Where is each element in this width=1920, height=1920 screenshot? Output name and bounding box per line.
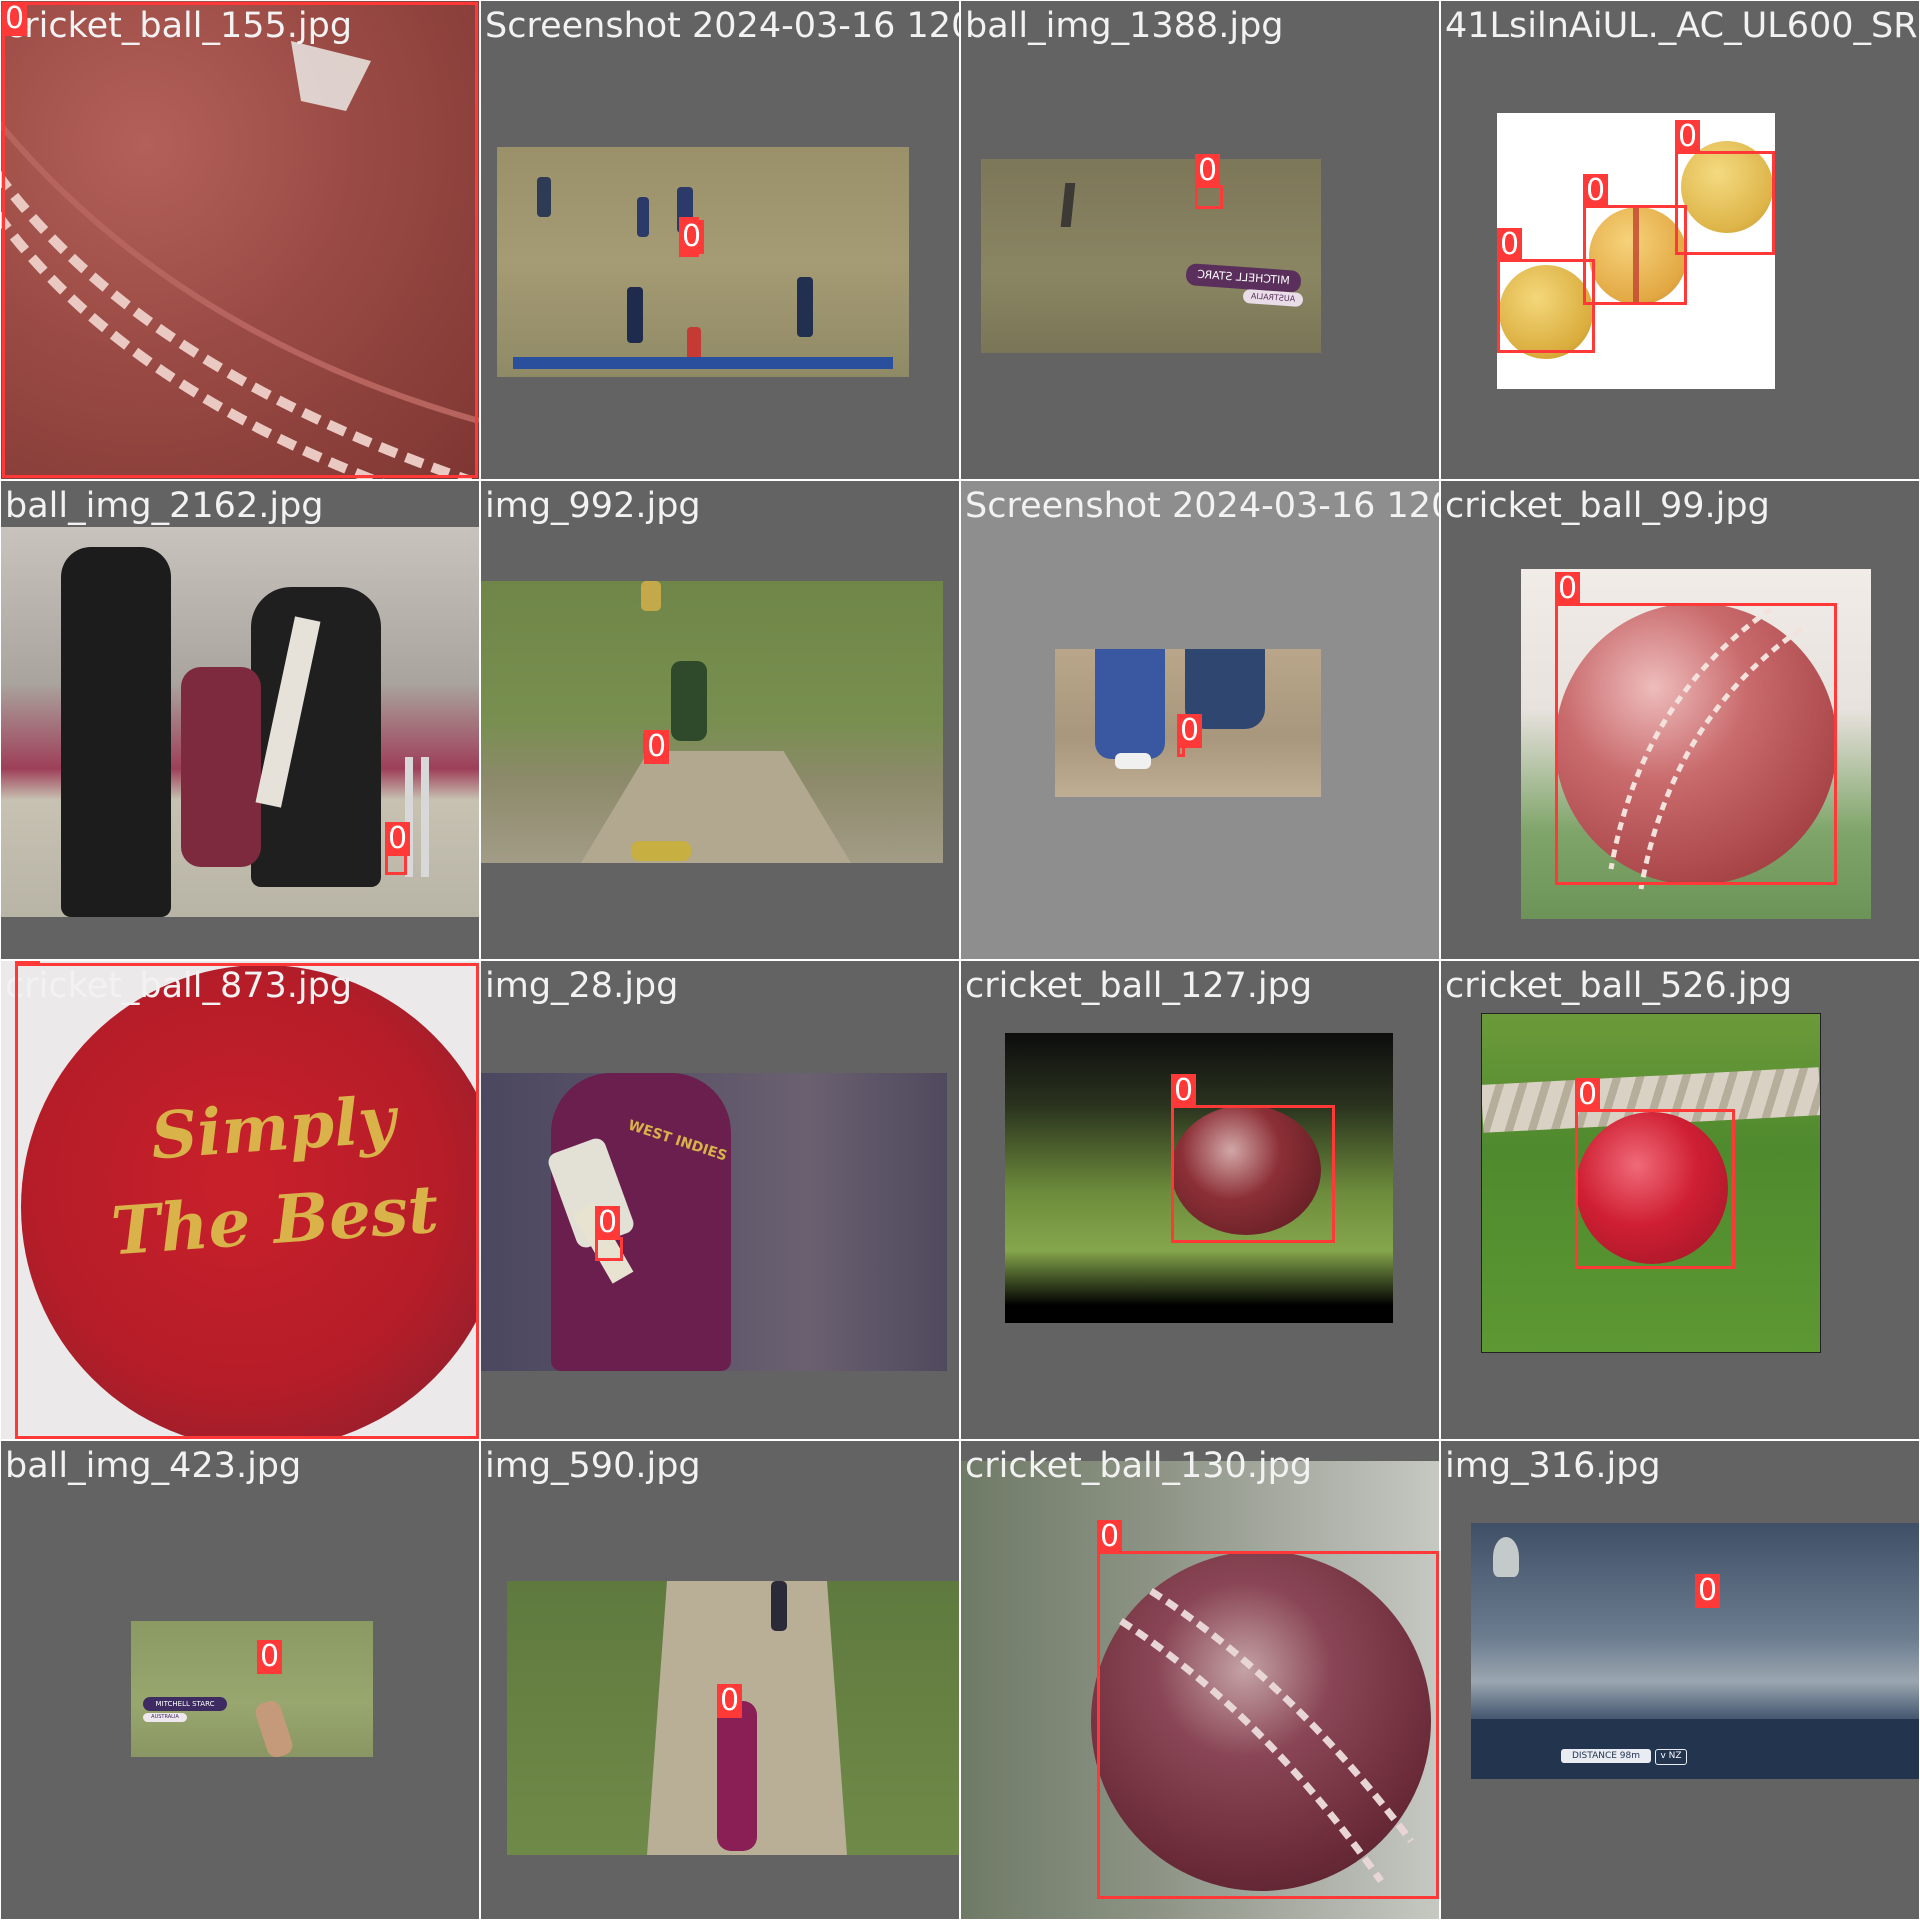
grid-tile: cricket_ball_127.jpg 0 [961,961,1439,1439]
tile-photo: MITCHELL STARC AUSTRALIA [981,159,1321,353]
image-filename: img_316.jpg [1445,1446,1661,1486]
class-label: 0 [1195,154,1221,188]
detection-box: 0 [1195,154,1223,209]
grid-tile: img_590.jpg 0 [481,1441,959,1919]
photo-caption: MITCHELL STARC [1185,263,1302,293]
detection-box: 0 [595,1206,623,1261]
detection-box: 0 [1675,120,1775,255]
grid-tile: cricket_ball_130.jpg 0 [961,1441,1439,1919]
grid-tile: Screenshot 2024-03-16 120347.png 0 [961,481,1439,959]
detection-box: 0 [15,961,479,1439]
detection-box: 0 [643,730,670,764]
detection-box: 0 [1575,1078,1735,1269]
detection-box: 0 [257,1640,283,1674]
class-label: 0 [679,220,705,254]
image-filename: img_28.jpg [485,966,679,1006]
class-label: 0 [1675,120,1701,154]
detection-box: 0 [1497,228,1595,353]
image-filename: 41LsilnAiUL._AC_UL600_SR600,600_.jpg [1445,6,1919,46]
tile-photo [507,1581,959,1855]
photo-caption: AUSTRALIA [143,1713,187,1722]
detection-box: 0 [1171,1074,1335,1243]
image-filename: cricket_ball_526.jpg [1445,966,1793,1006]
image-filename: ball_img_2162.jpg [5,486,324,526]
detection-box: 0 [1583,174,1687,305]
class-label: 0 [1497,228,1523,262]
grid-tile: Simply The Best cricket_ball_873.jpg 0 [1,961,479,1439]
grid-tile: WEST INDIES img_28.jpg 0 [481,961,959,1439]
detection-box: 0 [1177,714,1203,757]
tile-photo [497,147,909,377]
detection-box: 0 [385,822,411,875]
class-label: 0 [595,1206,621,1240]
broadcast-caption: DISTANCE 98m [1561,1749,1651,1763]
grid-tile: cricket_ball_155.jpg 0 [1,1,479,479]
image-filename: img_590.jpg [485,1446,701,1486]
class-label: 0 [15,961,41,964]
grid-tile: cricket_ball_99.jpg 0 [1441,481,1919,959]
class-label: 0 [1555,572,1581,606]
detection-box: 0 [1097,1520,1439,1899]
class-label: 0 [385,822,411,856]
grid-tile: MITCHELL STARC AUSTRALIA ball_img_423.jp… [1,1441,479,1919]
broadcast-caption: v NZ [1655,1749,1687,1765]
class-label: 0 [644,730,670,764]
image-filename: ball_img_1388.jpg [965,6,1284,46]
grid-tile: cricket_ball_526.jpg 0 [1441,961,1919,1439]
grid-tile: 41LsilnAiUL._AC_UL600_SR600,600_.jpg 0 0… [1441,1,1919,479]
photo-caption: MITCHELL STARC [143,1697,227,1711]
photo-caption: AUSTRALIA [1242,288,1304,308]
tile-photo [481,581,943,863]
class-label: 0 [1097,1520,1123,1554]
tile-photo: MITCHELL STARC AUSTRALIA [131,1621,373,1757]
class-label: 0 [717,1684,743,1718]
detection-box: 0 [1555,572,1837,885]
tile-photo: DISTANCE 98m v NZ [1471,1523,1919,1779]
image-grid: cricket_ball_155.jpg 0 Screenshot 2024-0… [0,0,1920,1920]
detection-box: 0 [2,2,478,478]
class-label: 0 [1583,174,1609,208]
image-filename: Screenshot 2024-03-16 120125.png [485,6,959,46]
detection-box: 0 [1695,1574,1721,1608]
image-filename: cricket_ball_99.jpg [1445,486,1770,526]
tile-photo: WEST INDIES [481,1073,947,1371]
class-label: 0 [257,1640,283,1674]
tile-photo [1,527,479,917]
image-filename: img_992.jpg [485,486,701,526]
grid-tile: img_992.jpg 0 [481,481,959,959]
class-label: 0 [1695,1574,1721,1608]
detection-box: 0 [717,1684,743,1718]
grid-tile: MITCHELL STARC AUSTRALIA ball_img_1388.j… [961,1,1439,479]
class-label: 0 [1177,714,1203,748]
detection-box: 0 [679,217,705,257]
image-filename: ball_img_423.jpg [5,1446,302,1486]
grid-tile: Screenshot 2024-03-16 120125.png 0 [481,1,959,479]
image-filename: cricket_ball_130.jpg [965,1446,1313,1486]
grid-tile: ball_img_2162.jpg 0 [1,481,479,959]
class-label: 0 [1575,1078,1601,1112]
grid-tile: DISTANCE 98m v NZ img_316.jpg 0 [1441,1441,1919,1919]
class-label: 0 [2,2,28,36]
class-label: 0 [1171,1074,1197,1108]
image-filename: Screenshot 2024-03-16 120347.png [965,486,1439,526]
image-filename: cricket_ball_127.jpg [965,966,1313,1006]
